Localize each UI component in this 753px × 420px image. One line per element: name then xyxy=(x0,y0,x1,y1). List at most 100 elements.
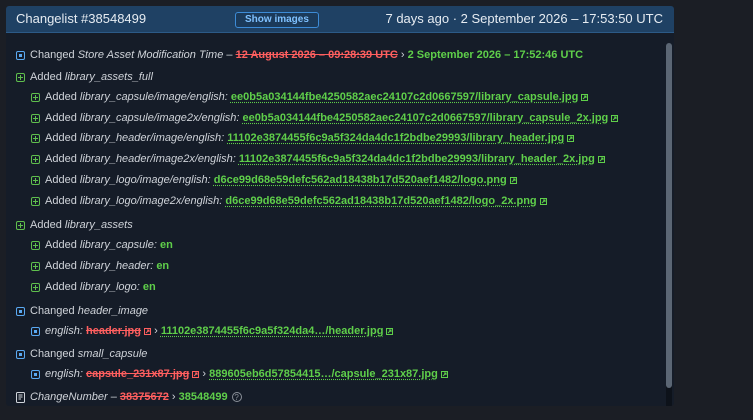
old-asset-link[interactable]: header.jpg xyxy=(86,325,141,337)
external-link-icon[interactable] xyxy=(567,134,575,142)
new-asset-link[interactable]: 889605eb6d57854415…/capsule_231x87.jpg xyxy=(209,368,438,380)
added-icon xyxy=(31,240,40,250)
panel-header: Changelist #38548499 Show images 7 days … xyxy=(6,6,674,33)
help-icon[interactable]: ? xyxy=(231,392,242,402)
arrow-separator: › xyxy=(154,325,158,337)
change-row-modification-time: Changed Store Asset Modification Time – … xyxy=(16,47,583,63)
change-row-library-header: Added library_header: en xyxy=(31,258,169,274)
added-icon xyxy=(31,261,40,271)
new-value: en xyxy=(156,260,170,272)
change-row-small-capsule-english: english: capsule_231x87.jpg › 889605eb6d… xyxy=(31,366,448,382)
external-link-icon[interactable] xyxy=(386,327,394,335)
new-value: en xyxy=(159,239,173,251)
added-icon xyxy=(31,133,40,143)
change-row-library-capsule: Added library_capsule: en xyxy=(31,237,173,253)
changelist-date: 7 days ago · 2 September 2026 – 17:53:50… xyxy=(385,11,663,26)
change-row-small-capsule: Changed small_capsule xyxy=(16,346,147,362)
added-icon xyxy=(31,92,40,102)
new-value: 2 September 2026 – 17:52:46 UTC xyxy=(407,49,584,61)
changelist-panel: Changelist #38548499 Show images 7 days … xyxy=(6,6,674,406)
arrow-separator: › xyxy=(400,49,405,61)
old-asset-link[interactable]: capsule_231x87.jpg xyxy=(86,368,189,380)
external-link-icon[interactable] xyxy=(509,176,517,184)
asset-link[interactable]: ee0b5a034144fbe4250582aec24107c2d0667597… xyxy=(243,112,609,124)
asset-link[interactable]: ee0b5a034144fbe4250582aec24107c2d0667597… xyxy=(231,91,578,103)
change-verb: Added xyxy=(45,132,77,144)
changelist-icon xyxy=(16,391,25,403)
new-value: en xyxy=(142,281,156,293)
change-key: library_header/image2x/english: xyxy=(79,153,236,165)
change-key: ChangeNumber xyxy=(30,391,108,403)
added-icon xyxy=(16,220,25,230)
changelist-body: Changed Store Asset Modification Time – … xyxy=(6,33,674,406)
added-icon xyxy=(31,154,40,164)
change-row-header-image-english: english: header.jpg › 11102e3874455f6c9a… xyxy=(31,323,394,339)
external-link-icon[interactable] xyxy=(581,93,589,101)
change-row-library-logo-image2x: Added library_logo/image2x/english: d6ce… xyxy=(31,193,547,209)
change-key: Store Asset Modification Time xyxy=(77,49,224,61)
added-icon xyxy=(31,282,40,292)
changed-icon xyxy=(16,349,25,359)
change-key: library_capsule/image2x/english: xyxy=(79,112,240,124)
asset-link[interactable]: d6ce99d68e59defc562ad18438b17d520aef1482… xyxy=(225,195,536,207)
external-link-icon[interactable] xyxy=(539,197,547,205)
change-row-change-number: ChangeNumber – 38375672 › 38548499 ? xyxy=(16,389,242,405)
asset-link[interactable]: d6ce99d68e59defc562ad18438b17d520aef1482… xyxy=(214,174,507,186)
change-key: library_assets_full xyxy=(64,71,153,83)
change-verb: Added xyxy=(45,112,77,124)
added-icon xyxy=(16,72,25,82)
change-row-library-logo-image: Added library_logo/image/english: d6ce99… xyxy=(31,172,517,188)
change-verb: Added xyxy=(45,195,77,207)
changelist-title: Changelist #38548499 xyxy=(16,11,147,26)
change-row-library-assets-full: Added library_assets_full xyxy=(16,69,153,85)
external-link-icon[interactable] xyxy=(597,155,605,163)
change-row-library-capsule-image: Added library_capsule/image/english: ee0… xyxy=(31,89,589,105)
external-link-icon[interactable] xyxy=(611,114,619,122)
change-row-library-logo: Added library_logo: en xyxy=(31,279,156,295)
change-verb: Added xyxy=(45,153,77,165)
asset-link[interactable]: 11102e3874455f6c9a5f324da4dc1f2bdbe29993… xyxy=(239,153,595,165)
changed-icon xyxy=(31,326,40,336)
change-key: small_capsule xyxy=(77,348,148,360)
new-asset-link[interactable]: 11102e3874455f6c9a5f324da4…/header.jpg xyxy=(161,325,384,337)
change-verb: Changed xyxy=(30,305,75,317)
change-row-library-header-image2x: Added library_header/image2x/english: 11… xyxy=(31,151,605,167)
change-key: library_logo/image2x/english: xyxy=(79,195,223,207)
dash-separator: – xyxy=(110,391,117,403)
change-row-library-header-image: Added library_header/image/english: 1110… xyxy=(31,130,575,146)
changed-icon xyxy=(31,369,40,379)
added-icon xyxy=(31,113,40,123)
change-row-library-capsule-image2x: Added library_capsule/image2x/english: e… xyxy=(31,110,619,126)
scrollbar-thumb[interactable] xyxy=(666,43,672,388)
asset-link[interactable]: 11102e3874455f6c9a5f324da4dc1f2bdbe29993… xyxy=(227,132,564,144)
change-verb: Added xyxy=(45,281,77,293)
change-verb: Added xyxy=(45,174,77,186)
old-value: 12 August 2026 – 09:28:39 UTC xyxy=(235,49,398,61)
change-key: library_assets xyxy=(64,219,133,231)
dash-separator: – xyxy=(226,49,233,61)
arrow-separator: › xyxy=(202,368,207,380)
change-key: english: xyxy=(45,325,83,337)
change-key: library_logo: xyxy=(79,281,140,293)
change-key: english: xyxy=(45,368,83,380)
change-key: library_capsule/image/english: xyxy=(79,91,228,103)
show-images-button[interactable]: Show images xyxy=(235,12,319,28)
external-link-icon[interactable] xyxy=(440,370,448,378)
change-verb: Added xyxy=(30,71,62,83)
change-row-library-assets: Added library_assets xyxy=(16,217,133,233)
changed-icon xyxy=(16,50,25,60)
change-row-header-image: Changed header_image xyxy=(16,303,148,319)
scrollbar-track[interactable] xyxy=(666,43,672,406)
change-key: library_header: xyxy=(79,260,154,272)
changed-icon xyxy=(16,306,25,316)
change-key: library_header/image/english: xyxy=(79,132,225,144)
change-verb: Changed xyxy=(30,348,75,360)
added-icon xyxy=(31,175,40,185)
change-key: library_capsule: xyxy=(79,239,157,251)
change-verb: Added xyxy=(45,91,77,103)
arrow-separator: › xyxy=(171,391,176,403)
external-link-icon[interactable] xyxy=(192,370,200,378)
change-key: library_logo/image/english: xyxy=(79,174,211,186)
new-value: 38548499 xyxy=(178,391,228,403)
external-link-icon[interactable] xyxy=(144,327,152,335)
